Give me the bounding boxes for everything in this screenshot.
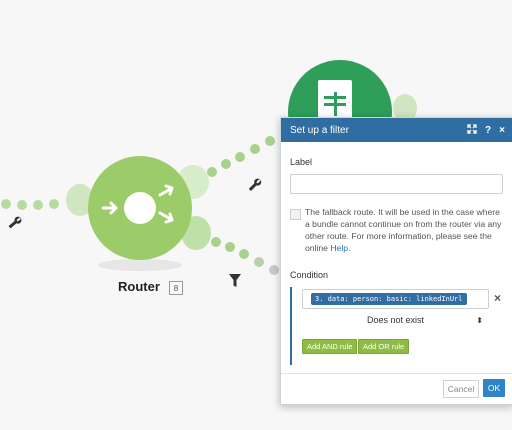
route-connection-dots-top: [207, 136, 275, 177]
condition-operator-select[interactable]: Does not exist ⬍: [302, 311, 489, 329]
connection-dot: [239, 249, 249, 259]
connection-dot: [225, 242, 235, 252]
connection-dot: [250, 144, 260, 154]
condition-group: 3. data: person: basic: linkedInUrl Does…: [290, 287, 490, 365]
cancel-button[interactable]: Cancel: [443, 380, 479, 398]
wrench-icon[interactable]: [247, 177, 262, 192]
filter-icon[interactable]: [229, 274, 241, 287]
incoming-connection-dots: [1, 199, 59, 210]
route-connection-dots-bottom: [211, 237, 279, 275]
connection-dot: [1, 199, 11, 209]
connection-dot: [207, 167, 217, 177]
dialog-footer-divider: [281, 373, 512, 374]
connection-dot: [221, 159, 231, 169]
connection-dot: [235, 152, 245, 162]
router-id-badge: 8: [169, 281, 183, 295]
connection-dot: [17, 200, 27, 210]
remove-condition-icon[interactable]: ×: [494, 291, 501, 305]
condition-field-input[interactable]: 3. data: person: basic: linkedInUrl: [302, 289, 489, 309]
help-link[interactable]: Help: [330, 243, 348, 253]
fallback-route-description: The fallback route. It will be used in t…: [305, 206, 503, 254]
connection-dot: [49, 199, 59, 209]
dialog-title: Set up a filter: [290, 124, 349, 136]
close-icon[interactable]: ×: [499, 125, 505, 136]
mapped-field-chip[interactable]: 3. data: person: basic: linkedInUrl: [311, 293, 467, 305]
ok-button[interactable]: OK: [483, 379, 505, 397]
connection-dot: [211, 237, 221, 247]
router-label[interactable]: Router: [118, 279, 160, 294]
router-center-icon: [124, 192, 156, 224]
fallback-route-checkbox[interactable]: [290, 209, 301, 220]
wrench-icon[interactable]: [7, 215, 23, 230]
connection-dot: [33, 200, 43, 210]
router-shadow: [98, 259, 182, 271]
select-caret-icon: ⬍: [476, 315, 483, 325]
add-or-rule-button[interactable]: Add OR rule: [358, 339, 410, 354]
filter-dialog: Set up a filter ? × Label The fallback r…: [280, 117, 512, 405]
connection-dot: [254, 257, 264, 267]
expand-icon[interactable]: [467, 123, 477, 137]
help-icon[interactable]: ?: [485, 125, 491, 136]
connection-dot: [265, 136, 275, 146]
condition-label: Condition: [290, 270, 329, 280]
google-sheets-icon: [318, 80, 352, 122]
label-input[interactable]: [290, 174, 503, 194]
label-field-label: Label: [290, 157, 313, 167]
fallback-period: .: [348, 243, 351, 253]
operator-value: Does not exist: [366, 315, 425, 325]
connection-dot: [269, 265, 279, 275]
add-and-rule-button[interactable]: Add AND rule: [302, 339, 358, 354]
dialog-header: Set up a filter ? ×: [281, 118, 512, 142]
router-module[interactable]: [88, 156, 192, 260]
dialog-header-actions: ? ×: [467, 123, 505, 137]
